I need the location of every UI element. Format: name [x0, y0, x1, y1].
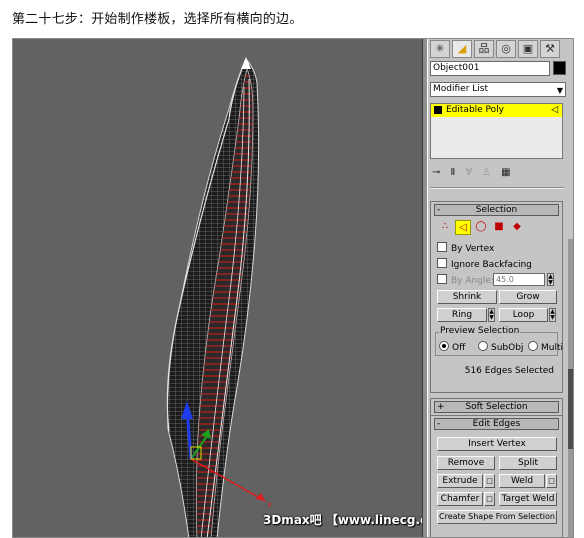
radio-icon	[528, 341, 538, 351]
configure-sets-icon[interactable]: ▦	[501, 167, 510, 178]
soft-selection-title: Soft Selection	[465, 402, 528, 412]
by-angle-spinner[interactable]: ▲ ▼	[547, 273, 554, 286]
display-tab-icon[interactable]: ▣	[518, 40, 538, 58]
ignore-backfacing-label: Ignore Backfacing	[451, 260, 532, 270]
chamfer-button[interactable]: Chamfer	[437, 492, 483, 506]
by-angle-input[interactable]: 45.0	[493, 273, 545, 286]
by-angle-checkbox[interactable]: By Angle:	[437, 274, 494, 287]
expand-icon[interactable]	[434, 105, 442, 114]
split-button[interactable]: Split	[499, 456, 557, 470]
edit-edges-rollout: - Edit Edges Insert Vertex Remove Split …	[430, 415, 563, 537]
scrollbar-thumb[interactable]	[568, 369, 573, 449]
preview-multi-label: Multi	[541, 343, 563, 353]
ring-button[interactable]: Ring	[437, 308, 487, 322]
checkbox-icon	[437, 242, 447, 252]
stack-item-editable-poly[interactable]: Editable Poly ◁	[431, 104, 562, 117]
preview-off-radio[interactable]: Off	[439, 341, 465, 354]
grow-button[interactable]: Grow	[499, 290, 557, 304]
object-name-field[interactable]: Object001	[430, 61, 550, 76]
by-angle-label: By Angle:	[451, 276, 495, 286]
selection-title: Selection	[475, 205, 518, 215]
extrude-settings-icon[interactable]: □	[484, 474, 495, 488]
by-vertex-checkbox[interactable]: By Vertex	[437, 242, 494, 255]
modifier-list-label: Modifier List	[433, 84, 488, 94]
preview-subobj-label: SubObj	[491, 343, 524, 353]
loop-button[interactable]: Loop	[499, 308, 548, 322]
step-caption: 第二十七步：开始制作楼板，选择所有横向的边。	[12, 12, 303, 27]
by-vertex-label: By Vertex	[451, 244, 495, 254]
radio-selected-icon	[439, 341, 449, 351]
selection-status: 516 Edges Selected	[464, 366, 554, 376]
checkbox-icon	[437, 258, 447, 268]
panel-scrollbar[interactable]	[568, 239, 573, 537]
vertex-mode-icon[interactable]: ∴	[437, 220, 453, 235]
edit-edges-title: Edit Edges	[472, 419, 521, 429]
remove-modifier-icon[interactable]: ♙	[482, 167, 491, 178]
make-unique-icon[interactable]: ∀	[465, 167, 472, 178]
extrude-button[interactable]: Extrude	[437, 474, 483, 488]
preview-selection-title: Preview Selection	[439, 326, 521, 336]
preview-subobj-radio[interactable]: SubObj	[478, 341, 523, 354]
app-window: x 3Dmax吧 【www.linecg.com/tieba/1771】 ✳ ◢…	[12, 38, 574, 538]
motion-tab-icon[interactable]: ◎	[496, 40, 516, 58]
soft-selection-rollout: + Soft Selection	[430, 398, 563, 416]
command-panel: ✳ ◢ 品 ◎ ▣ ⚒ Object001 Modifier List ▼ Ed…	[427, 39, 573, 537]
modifier-stack: Editable Poly ◁	[430, 103, 563, 159]
chamfer-settings-icon[interactable]: □	[484, 492, 495, 506]
preview-selection-group: Preview Selection Off SubObj Multi	[435, 326, 563, 356]
panel-divider	[430, 187, 564, 189]
dropdown-arrow-icon: ▼	[556, 86, 563, 95]
hierarchy-tab-icon[interactable]: 品	[474, 40, 494, 58]
weld-settings-icon[interactable]: □	[546, 474, 557, 488]
remove-button[interactable]: Remove	[437, 456, 495, 470]
watermark: 3Dmax吧 【www.linecg.com/tieba/1771】	[263, 513, 423, 527]
modifier-list-dropdown[interactable]: Modifier List ▼	[430, 82, 566, 97]
create-tab-icon[interactable]: ✳	[430, 40, 450, 58]
viewport-canvas[interactable]: x	[13, 39, 423, 538]
modify-tab-icon[interactable]: ◢	[452, 40, 472, 58]
insert-vertex-button[interactable]: Insert Vertex	[437, 437, 557, 451]
edge-mode-icon[interactable]: ◁	[455, 220, 471, 235]
loop-spinner[interactable]: ▲ ▼	[549, 308, 556, 322]
collapse-icon: -	[437, 205, 441, 215]
edit-edges-header[interactable]: - Edit Edges	[434, 418, 559, 430]
element-mode-icon[interactable]: ◆	[509, 220, 525, 235]
checkbox-icon	[437, 274, 447, 284]
weld-button[interactable]: Weld	[499, 474, 545, 488]
expand-icon: +	[437, 402, 445, 412]
command-panel-tabs: ✳ ◢ 品 ◎ ▣ ⚒	[428, 39, 573, 59]
stack-item-label: Editable Poly	[446, 105, 504, 115]
subobject-level-buttons: ∴ ◁ ◯ ■ ◆	[437, 220, 525, 235]
shrink-button[interactable]: Shrink	[437, 290, 497, 304]
utilities-tab-icon[interactable]: ⚒	[540, 40, 560, 58]
pin-stack-icon[interactable]: ⊸	[432, 167, 440, 178]
selection-rollout-header[interactable]: - Selection	[434, 204, 559, 216]
preview-multi-radio[interactable]: Multi	[528, 341, 563, 354]
soft-selection-header[interactable]: + Soft Selection	[434, 401, 559, 413]
border-mode-icon[interactable]: ◯	[473, 220, 489, 235]
ignore-backfacing-checkbox[interactable]: Ignore Backfacing	[437, 258, 532, 271]
stack-toolbar: ⊸ Ⅱ ∀ ♙ ▦	[432, 165, 567, 179]
create-shape-button[interactable]: Create Shape From Selection	[437, 510, 557, 524]
preview-off-label: Off	[452, 343, 466, 353]
edge-subobject-icon: ◁	[551, 105, 558, 115]
collapse-icon: -	[437, 419, 441, 429]
perspective-viewport[interactable]: x 3Dmax吧 【www.linecg.com/tieba/1771】	[13, 39, 423, 538]
svg-text:x: x	[267, 500, 272, 509]
target-weld-button[interactable]: Target Weld	[499, 492, 557, 506]
selection-rollout: - Selection ∴ ◁ ◯ ■ ◆ By Vertex Ignore B…	[430, 201, 563, 393]
radio-icon	[478, 341, 488, 351]
object-color-swatch[interactable]	[553, 61, 566, 75]
show-end-result-icon[interactable]: Ⅱ	[450, 167, 455, 178]
ring-spinner[interactable]: ▲ ▼	[488, 308, 495, 322]
polygon-mode-icon[interactable]: ■	[491, 220, 507, 235]
